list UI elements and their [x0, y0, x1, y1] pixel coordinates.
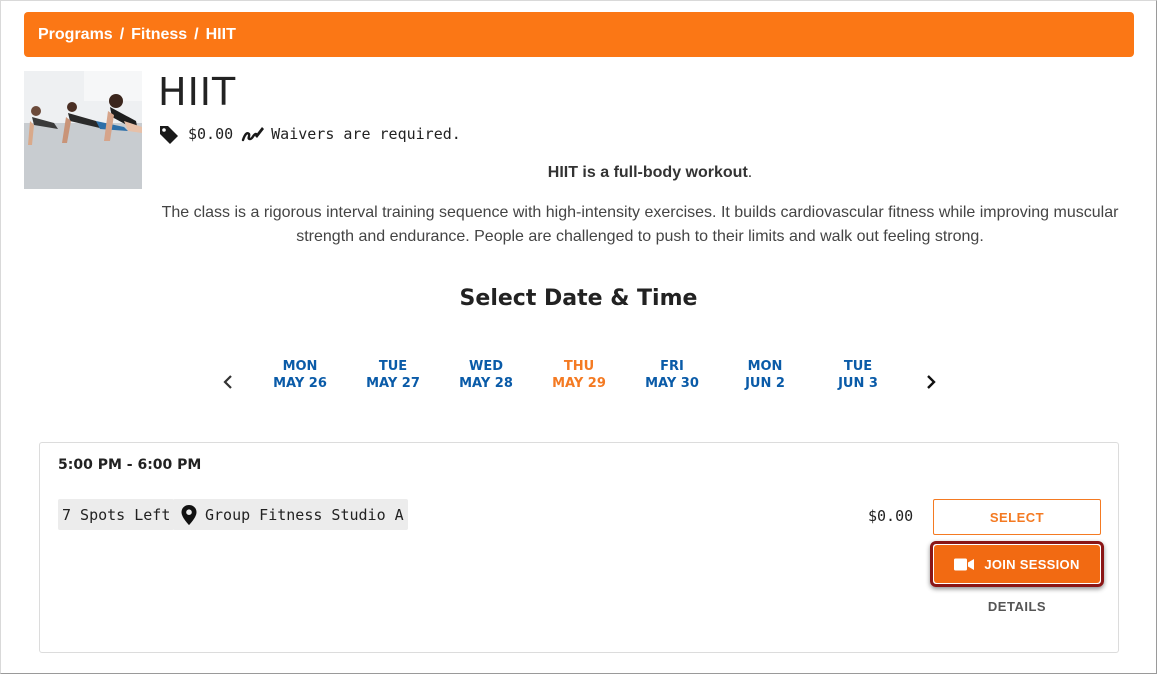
chevron-right-icon: [927, 375, 936, 389]
price-tag-icon: [158, 124, 180, 144]
location-label: Group Fitness Studio A: [205, 505, 404, 524]
date-dow: THU: [563, 359, 595, 374]
date-date: MAY 29: [552, 376, 606, 391]
program-title: HIIT: [158, 70, 237, 114]
session-card: 5:00 PM - 6:00 PM 7 Spots Left Group Fit…: [39, 442, 1119, 653]
join-session-button[interactable]: JOIN SESSION: [934, 545, 1100, 583]
program-price: $0.00: [188, 125, 234, 143]
map-pin-icon: [181, 504, 197, 525]
date-option[interactable]: TUE MAY 27: [353, 358, 433, 392]
session-price: $0.00: [868, 507, 914, 525]
date-dow: WED: [468, 359, 503, 374]
date-option[interactable]: MON JUN 2: [725, 358, 805, 392]
breadcrumb-separator: /: [194, 25, 199, 43]
program-photo: [24, 71, 142, 189]
date-date: MAY 27: [366, 376, 420, 391]
date-date: MAY 26: [273, 376, 327, 391]
date-option[interactable]: WED MAY 28: [446, 358, 526, 392]
breadcrumb-separator: /: [119, 25, 125, 43]
date-date: JUN 3: [838, 376, 878, 391]
program-meta: $0.00 Waivers are required.: [158, 124, 461, 144]
details-link[interactable]: DETAILS: [933, 599, 1101, 614]
date-date: MAY 28: [459, 376, 513, 391]
program-image: [24, 71, 142, 189]
date-option-selected[interactable]: THU MAY 29: [539, 358, 619, 392]
date-dow: MON: [282, 359, 318, 374]
waiver-notice: Waivers are required.: [271, 125, 461, 143]
breadcrumb-hiit[interactable]: HIIT: [206, 26, 236, 44]
video-camera-icon: [954, 558, 975, 570]
tagline-bold: HIIT is a full-body workout: [547, 164, 748, 181]
spots-left-label: 7 Spots Left: [62, 505, 171, 524]
date-option[interactable]: MON MAY 26: [260, 358, 340, 392]
program-tagline: HIIT is a full-body workout.: [150, 164, 1150, 182]
date-dow: FRI: [660, 359, 684, 374]
spots-left-badge: 7 Spots Left: [58, 499, 175, 530]
date-date: MAY 30: [645, 376, 699, 391]
date-option[interactable]: TUE JUN 3: [818, 358, 898, 392]
prev-dates-button[interactable]: [218, 372, 238, 392]
session-time: 5:00 PM - 6:00 PM: [58, 457, 202, 473]
program-description: The class is a rigorous interval trainin…: [161, 204, 1119, 245]
join-session-label: JOIN SESSION: [984, 556, 1080, 572]
chevron-left-icon: [223, 375, 232, 389]
date-date: JUN 2: [745, 376, 785, 391]
next-dates-button[interactable]: [921, 372, 941, 392]
date-dow: TUE: [843, 359, 873, 374]
date-dow: MON: [747, 359, 783, 374]
breadcrumb: Programs / Fitness / HIIT: [24, 12, 1134, 57]
tagline-end: .: [747, 164, 753, 181]
date-dow: TUE: [378, 359, 408, 374]
select-button[interactable]: SELECT: [933, 499, 1101, 535]
date-option[interactable]: FRI MAY 30: [632, 358, 712, 392]
signature-icon: [241, 124, 265, 144]
location-badge: Group Fitness Studio A: [173, 499, 408, 530]
breadcrumb-programs[interactable]: Programs: [38, 26, 113, 44]
breadcrumb-fitness[interactable]: Fitness: [131, 26, 187, 44]
schedule-heading: Select Date & Time: [459, 286, 698, 311]
